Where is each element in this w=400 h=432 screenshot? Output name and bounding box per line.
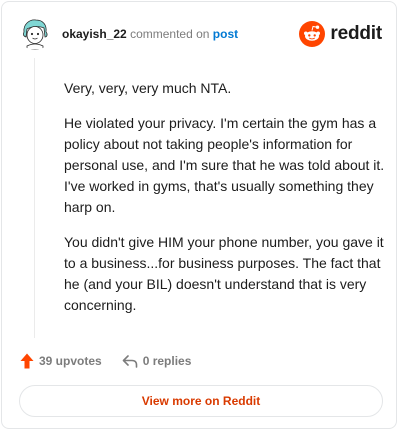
comment-body: Very, very, very much NTA. He violated y… xyxy=(64,78,386,330)
username-link[interactable]: okayish_22 xyxy=(62,27,127,41)
reddit-snoo-icon xyxy=(299,21,326,47)
comment-paragraph: He violated your privacy. I'm certain th… xyxy=(64,115,385,215)
comment-paragraph: You didn't give HIM your phone number, y… xyxy=(64,234,384,313)
reddit-logo[interactable]: reddit xyxy=(299,20,382,48)
avatar-icon xyxy=(18,16,52,50)
comment-paragraph: Very, very, very much NTA. xyxy=(64,80,232,96)
post-link[interactable]: post xyxy=(213,27,238,41)
upvote-count: 39 upvotes xyxy=(39,354,102,368)
upvote-arrow-icon xyxy=(20,353,34,369)
avatar[interactable] xyxy=(18,16,52,50)
replies-button[interactable]: 0 replies xyxy=(122,354,192,368)
reply-arrow-icon xyxy=(122,355,138,368)
comment-meta: okayish_22 commented on post xyxy=(62,27,238,41)
thread-line xyxy=(34,58,35,338)
comment-embed-card: okayish_22 commented on post reddit Very… xyxy=(1,1,397,429)
comment-header: okayish_22 commented on post reddit xyxy=(18,16,382,52)
commented-on-text: commented on xyxy=(130,27,210,41)
comment-actions: 39 upvotes 0 replies xyxy=(20,351,211,371)
reddit-wordmark: reddit xyxy=(330,23,382,44)
upvote-button[interactable]: 39 upvotes xyxy=(20,353,102,369)
view-more-button[interactable]: View more on Reddit xyxy=(19,385,383,417)
reply-count: 0 replies xyxy=(142,354,192,368)
